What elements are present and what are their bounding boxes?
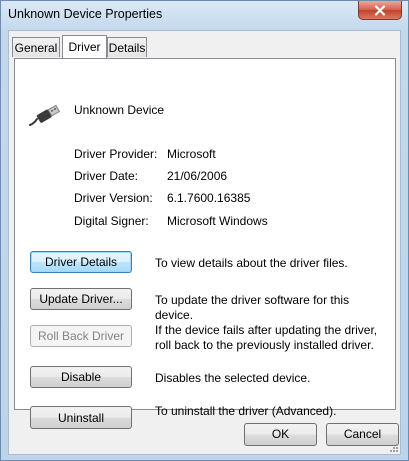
roll-back-driver-button[interactable]: Roll Back Driver	[30, 325, 132, 347]
dialog-client-area: General Driver Details Unknown Device Dr…	[8, 30, 401, 455]
close-button[interactable]	[358, 1, 402, 20]
driver-version-value: 6.1.7600.16385	[167, 191, 251, 205]
device-name: Unknown Device	[74, 103, 165, 117]
tab-details[interactable]: Details	[107, 37, 147, 57]
digital-signer-label: Digital Signer:	[74, 214, 149, 228]
properties-window: Unknown Device Properties General Driver…	[0, 0, 409, 461]
driver-date-value: 21/06/2006	[167, 169, 228, 183]
update-driver-description: To update the driver software for this d…	[155, 293, 350, 322]
driver-provider-value: Microsoft	[167, 147, 216, 161]
close-icon	[374, 4, 386, 16]
driver-tab-panel: Unknown Device Driver Provider: Microsof…	[14, 58, 396, 429]
disable-description: Disables the selected device.	[155, 371, 311, 385]
tab-driver[interactable]: Driver	[62, 35, 107, 58]
uninstall-button[interactable]: Uninstall	[30, 406, 132, 429]
update-driver-button[interactable]: Update Driver...	[30, 288, 132, 310]
window-title: Unknown Device Properties	[8, 7, 163, 21]
uninstall-description: To uninstall the driver (Advanced).	[155, 404, 337, 418]
driver-details-description: To view details about the driver files.	[155, 256, 348, 270]
usb-plug-icon	[29, 104, 60, 126]
driver-provider-label: Driver Provider:	[74, 147, 158, 161]
tab-driver-label: Driver	[68, 40, 101, 54]
driver-date-label: Driver Date:	[74, 169, 139, 183]
digital-signer-value: Microsoft Windows	[167, 214, 268, 228]
roll-back-driver-description: If the device fails after updating the d…	[155, 323, 378, 352]
driver-version-label: Driver Version:	[74, 191, 153, 205]
tab-general-label: General	[14, 41, 58, 55]
driver-details-button[interactable]: Driver Details	[30, 251, 132, 273]
tab-general[interactable]: General	[12, 37, 60, 57]
title-bar[interactable]: Unknown Device Properties	[1, 1, 408, 29]
resize-grip-icon[interactable]	[389, 443, 398, 452]
ok-button[interactable]: OK	[244, 423, 317, 446]
disable-button[interactable]: Disable	[30, 366, 132, 388]
tab-details-label: Details	[108, 41, 146, 55]
